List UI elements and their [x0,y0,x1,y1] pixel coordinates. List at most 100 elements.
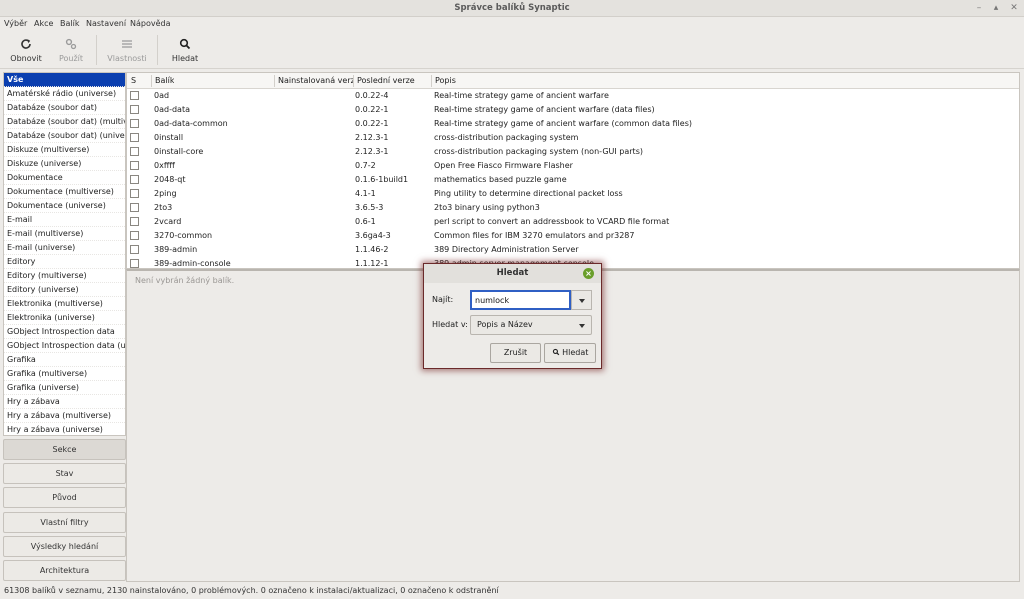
dialog-close-icon[interactable]: × [583,268,594,279]
column-header-installed[interactable]: Nainstalovaná verze [278,76,354,85]
section-item[interactable]: Dokumentace (multiverse) [4,185,125,199]
menu-nastaveni[interactable]: Nastavení [86,19,126,28]
table-row[interactable]: 2vcard 0.6-1 perl script to convert an a… [127,215,1019,229]
column-header-latest[interactable]: Poslední verze [357,76,415,85]
minimize-icon[interactable]: – [973,2,985,14]
search-in-value: Popis a Název [477,320,533,329]
close-icon[interactable]: ✕ [1008,2,1020,14]
package-checkbox[interactable] [130,175,139,184]
filter-button-status[interactable]: Stav [3,463,126,484]
cancel-button[interactable]: Zrušit [490,343,541,363]
section-item[interactable]: Grafika (multiverse) [4,367,125,381]
column-header-status[interactable]: S [131,76,136,85]
section-item[interactable]: E-mail (universe) [4,241,125,255]
find-input[interactable] [470,290,571,310]
package-checkbox[interactable] [130,217,139,226]
toolbar-separator [157,35,158,65]
reload-button[interactable]: Obnovit [6,31,46,69]
table-row[interactable]: 0xffff 0.7-2 Open Free Fiasco Firmware F… [127,159,1019,173]
package-name: 2to3 [154,203,173,212]
no-package-selected-message: Není vybrán žádný balík. [135,276,235,285]
status-bar: 61308 balíků v seznamu, 2130 nainstalová… [0,584,1024,599]
menu-balik[interactable]: Balík [60,19,79,28]
filter-button-sections[interactable]: Sekce [3,439,126,460]
filter-button-architecture[interactable]: Architektura [3,560,126,581]
search-in-label: Hledat v: [432,320,468,329]
section-item[interactable]: Elektronika (universe) [4,311,125,325]
package-checkbox[interactable] [130,245,139,254]
status-text: 61308 balíků v seznamu, 2130 nainstalová… [4,586,499,595]
section-item[interactable]: Editory (multiverse) [4,269,125,283]
section-item[interactable]: Grafika (universe) [4,381,125,395]
package-list[interactable]: S Balík Nainstalovaná verze Poslední ver… [126,72,1020,269]
section-item[interactable]: Diskuze (universe) [4,157,125,171]
filter-button-origin[interactable]: Původ [3,487,126,508]
table-row[interactable]: 389-admin 1.1.46-2 389 Directory Adminis… [127,243,1019,257]
filter-button-search-results[interactable]: Výsledky hledání [3,536,126,557]
package-checkbox[interactable] [130,259,139,268]
table-row[interactable]: 2to3 3.6.5-3 2to3 binary using python3 [127,201,1019,215]
package-description: Real-time strategy game of ancient warfa… [434,119,692,128]
package-checkbox[interactable] [130,119,139,128]
chevron-down-icon [579,299,585,303]
section-item[interactable]: Grafika [4,353,125,367]
package-checkbox[interactable] [130,189,139,198]
package-latest-version: 2.12.3-1 [355,133,389,142]
section-item[interactable]: Hry a zábava (universe) [4,423,125,435]
find-history-dropdown[interactable] [571,290,592,310]
column-header-description[interactable]: Popis [435,76,456,85]
section-item[interactable]: E-mail (multiverse) [4,227,125,241]
package-checkbox[interactable] [130,231,139,240]
section-item[interactable]: GObject Introspection data [4,325,125,339]
package-latest-version: 0.1.6-1build1 [355,175,409,184]
section-item[interactable]: Elektronika (multiverse) [4,297,125,311]
section-item[interactable]: Databáze (soubor dat) (universe) [4,129,125,143]
section-item[interactable]: Editory (universe) [4,283,125,297]
section-item[interactable]: Dokumentace [4,171,125,185]
table-row[interactable]: 0install-core 2.12.3-1 cross-distributio… [127,145,1019,159]
dialog-search-button[interactable]: Hledat [544,343,596,363]
filter-button-custom[interactable]: Vlastní filtry [3,512,126,533]
table-row[interactable]: 0ad 0.0.22-4 Real-time strategy game of … [127,89,1019,103]
package-checkbox[interactable] [130,203,139,212]
section-item[interactable]: Databáze (soubor dat) (multiverse) [4,115,125,129]
package-checkbox[interactable] [130,147,139,156]
section-item[interactable]: Dokumentace (universe) [4,199,125,213]
section-list[interactable]: Vše Amatérské rádio (universe) Databáze … [3,72,126,436]
toolbar-separator [96,35,97,65]
package-checkbox[interactable] [130,91,139,100]
section-item[interactable]: GObject Introspection data (universe) [4,339,125,353]
apply-button[interactable]: Použít [52,31,90,69]
menu-vyber[interactable]: Výběr [4,19,27,28]
section-item[interactable]: Hry a zábava [4,395,125,409]
package-checkbox[interactable] [130,161,139,170]
menu-akce[interactable]: Akce [34,19,53,28]
table-row[interactable]: 2ping 4.1-1 Ping utility to determine di… [127,187,1019,201]
table-row[interactable]: 0install 2.12.3-1 cross-distribution pac… [127,131,1019,145]
section-item[interactable]: Editory [4,255,125,269]
find-label: Najít: [432,295,454,304]
section-item[interactable]: Vše [4,73,125,87]
search-in-select[interactable]: Popis a Název [470,315,592,335]
properties-button[interactable]: Vlastnosti [104,31,150,69]
package-name: 2048-qt [154,175,186,184]
table-row[interactable]: 0ad-data 0.0.22-1 Real-time strategy gam… [127,103,1019,117]
section-item[interactable]: Amatérské rádio (universe) [4,87,125,101]
menu-napoveda[interactable]: Nápověda [130,19,171,28]
table-row[interactable]: 3270-common 3.6ga4-3 Common files for IB… [127,229,1019,243]
maximize-icon[interactable]: ▴ [990,2,1002,14]
section-item[interactable]: E-mail [4,213,125,227]
toolbar: Obnovit Použít Vlastnosti Hledat [0,31,1024,69]
section-item[interactable]: Databáze (soubor dat) [4,101,125,115]
package-checkbox[interactable] [130,105,139,114]
table-row[interactable]: 0ad-data-common 0.0.22-1 Real-time strat… [127,117,1019,131]
section-item[interactable]: Hry a zábava (multiverse) [4,409,125,423]
package-checkbox[interactable] [130,133,139,142]
package-latest-version: 3.6.5-3 [355,203,384,212]
section-item[interactable]: Diskuze (multiverse) [4,143,125,157]
search-button[interactable]: Hledat [166,31,204,69]
package-latest-version: 1.1.12-1 [355,259,389,268]
table-row[interactable]: 2048-qt 0.1.6-1build1 mathematics based … [127,173,1019,187]
package-name: 0ad-data [154,105,190,114]
column-header-package[interactable]: Balík [155,76,174,85]
